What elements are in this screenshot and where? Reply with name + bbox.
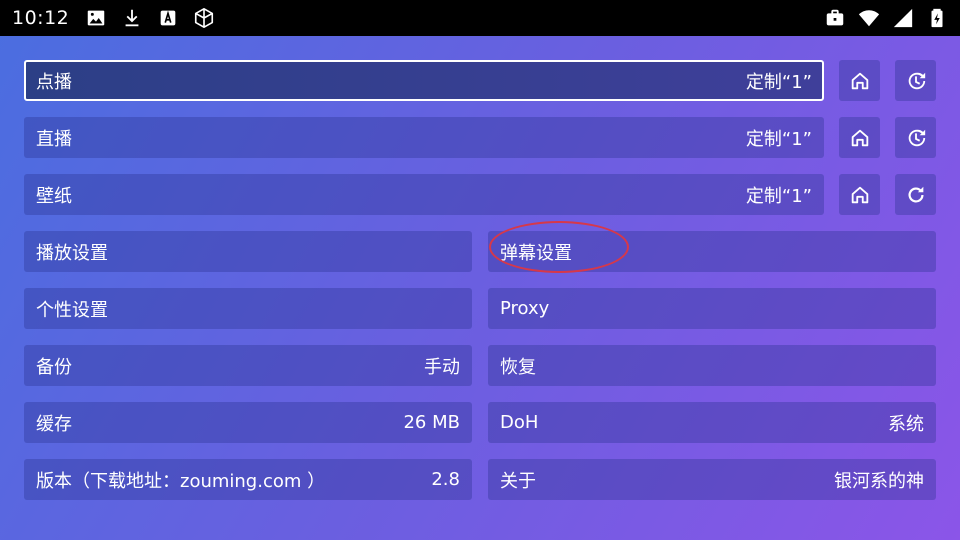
signal-icon <box>892 7 914 29</box>
danmaku-settings-label: 弹幕设置 <box>500 242 572 264</box>
backup-label: 备份 <box>36 356 72 378</box>
personal-settings-label: 个性设置 <box>36 299 108 321</box>
wallpaper-home-button[interactable] <box>839 174 880 215</box>
live-value: 定制“1” <box>745 128 812 150</box>
cache-label: 缓存 <box>36 413 72 435</box>
version-value: 2.8 <box>431 469 460 490</box>
version-item[interactable]: 版本（下载地址：zouming.com ） 2.8 <box>24 459 472 500</box>
vod-value: 定制“1” <box>745 71 812 93</box>
wifi-icon <box>858 7 880 29</box>
cache-value: 26 MB <box>403 412 460 433</box>
personal-settings-item[interactable]: 个性设置 <box>24 288 472 329</box>
playback-settings-item[interactable]: 播放设置 <box>24 231 472 272</box>
download-icon <box>121 7 143 29</box>
live-history-button[interactable] <box>895 117 936 158</box>
proxy-item[interactable]: Proxy <box>488 288 936 329</box>
live-source-row[interactable]: 直播 定制“1” <box>24 117 824 158</box>
backup-value: 手动 <box>424 356 460 378</box>
history-icon <box>908 129 925 146</box>
version-label: 版本（下载地址：zouming.com ） <box>36 470 326 492</box>
danmaku-settings-item[interactable]: 弹幕设置 <box>488 231 936 272</box>
vod-history-button[interactable] <box>895 60 936 101</box>
wallpaper-refresh-button[interactable] <box>895 174 936 215</box>
restore-label: 恢复 <box>500 356 536 378</box>
status-right-icons <box>824 7 948 29</box>
battery-icon <box>926 7 948 29</box>
refresh-icon <box>908 186 924 203</box>
image-icon <box>85 7 107 29</box>
briefcase-icon <box>824 7 846 29</box>
about-item[interactable]: 关于 银河系的神 <box>488 459 936 500</box>
status-left-icons <box>85 7 215 29</box>
doh-value: 系统 <box>888 413 924 435</box>
home-icon <box>851 129 868 146</box>
playback-settings-label: 播放设置 <box>36 242 108 264</box>
keyboard-a-icon <box>157 7 179 29</box>
status-bar: 10:12 <box>0 0 960 36</box>
live-label: 直播 <box>36 128 72 150</box>
vod-label: 点播 <box>36 71 72 93</box>
wallpaper-source-row[interactable]: 壁纸 定制“1” <box>24 174 824 215</box>
about-label: 关于 <box>500 470 536 492</box>
wallpaper-value: 定制“1” <box>745 185 812 207</box>
home-icon <box>851 186 868 203</box>
doh-item[interactable]: DoH 系统 <box>488 402 936 443</box>
status-time: 10:12 <box>12 7 70 29</box>
live-home-button[interactable] <box>839 117 880 158</box>
history-icon <box>908 72 925 89</box>
vod-home-button[interactable] <box>839 60 880 101</box>
doh-label: DoH <box>500 412 539 433</box>
cube-icon <box>193 7 215 29</box>
vod-source-row[interactable]: 点播 定制“1” <box>24 60 824 101</box>
cache-item[interactable]: 缓存 26 MB <box>24 402 472 443</box>
about-value: 银河系的神 <box>834 470 924 492</box>
backup-item[interactable]: 备份 手动 <box>24 345 472 386</box>
restore-item[interactable]: 恢复 <box>488 345 936 386</box>
proxy-label: Proxy <box>500 298 550 319</box>
wallpaper-label: 壁纸 <box>36 185 72 207</box>
home-icon <box>851 72 868 89</box>
